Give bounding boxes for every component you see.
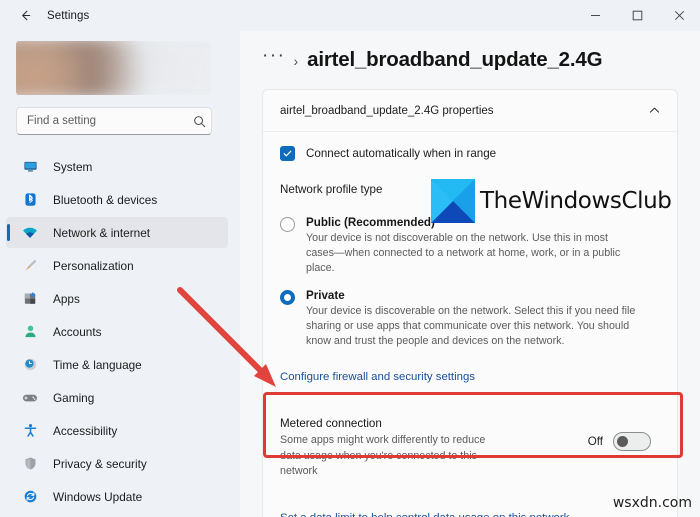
minimize-button[interactable] (574, 0, 616, 31)
bluetooth-icon (20, 191, 40, 209)
thewindowsclub-brand-text: TheWindowsClub (480, 188, 672, 214)
radio-option-private[interactable]: Private Your device is discoverable on t… (280, 289, 661, 350)
maximize-button[interactable] (616, 0, 658, 31)
properties-card: airtel_broadband_update_2.4G properties … (262, 89, 678, 517)
wifi-icon (20, 224, 40, 242)
radio-desc-public: Your device is not discoverable on the n… (306, 232, 621, 275)
thewindowsclub-watermark: TheWindowsClub (431, 179, 672, 223)
metered-connection-toggle[interactable] (613, 432, 651, 452)
configure-firewall-link[interactable]: Configure firewall and security settings (280, 371, 475, 383)
update-icon (20, 488, 40, 506)
user-profile-blurred[interactable] (16, 41, 211, 95)
thewindowsclub-logo-icon (431, 179, 475, 223)
sidebar-item-windows-update[interactable]: Windows Update (6, 481, 228, 512)
radio-button-private[interactable] (280, 289, 295, 305)
radio-desc-private: Your device is discoverable on the netwo… (306, 304, 636, 347)
connect-automatically-label: Connect automatically when in range (306, 147, 497, 160)
connect-automatically-row[interactable]: Connect automatically when in range (263, 132, 677, 174)
back-button[interactable] (8, 1, 42, 31)
title-bar: Settings (0, 0, 700, 31)
page-title: airtel_broadband_update_2.4G (307, 48, 603, 71)
settings-window: Settings Find a setting System Bluetooth… (0, 0, 700, 517)
sidebar-item-bluetooth-devices[interactable]: Bluetooth & devices (6, 184, 228, 215)
window-title: Settings (47, 9, 90, 22)
sidebar-item-time-language[interactable]: Time & language (6, 349, 228, 380)
sidebar-item-system[interactable]: System (6, 151, 228, 182)
sidebar-item-accessibility[interactable]: Accessibility (6, 415, 228, 446)
apps-icon (20, 290, 40, 308)
search-input[interactable] (17, 115, 187, 127)
metered-toggle-state: Off (587, 435, 603, 449)
breadcrumb-overflow-button[interactable]: ··· (262, 46, 285, 65)
sidebar-nav: System Bluetooth & devices Network & int… (0, 149, 240, 514)
person-icon (20, 323, 40, 341)
breadcrumb: ··· › airtel_broadband_update_2.4G (262, 46, 603, 72)
radio-button-public[interactable] (280, 217, 295, 232)
search-box[interactable] (16, 107, 212, 135)
sidebar-item-label: Personalization (53, 258, 134, 273)
sidebar-item-network-internet[interactable]: Network & internet (6, 217, 228, 248)
connect-automatically-checkbox[interactable] (280, 146, 295, 161)
metered-connection-desc: Some apps might work differently to redu… (280, 434, 486, 478)
sidebar-item-label: Gaming (53, 390, 95, 405)
sidebar-item-label: Windows Update (53, 489, 143, 504)
radio-label-private: Private (306, 288, 345, 302)
card-header-title: airtel_broadband_update_2.4G properties (280, 104, 494, 117)
shield-icon (20, 455, 40, 473)
toggle-knob (617, 436, 628, 448)
sidebar-item-label: Time & language (53, 357, 142, 372)
sidebar-item-label: Accounts (53, 324, 102, 339)
sidebar-item-label: Bluetooth & devices (53, 192, 158, 207)
metered-connection-title: Metered connection (280, 417, 382, 431)
sidebar-item-accounts[interactable]: Accounts (6, 316, 228, 347)
accessibility-icon (20, 422, 40, 440)
sidebar-item-gaming[interactable]: Gaming (6, 382, 228, 413)
sidebar-item-label: Accessibility (53, 423, 118, 438)
close-button[interactable] (658, 0, 700, 31)
chevron-right-icon: › (293, 53, 299, 69)
monitor-icon (20, 158, 40, 176)
metered-connection-row: Metered connection Some apps might work … (263, 404, 677, 494)
chevron-up-icon[interactable] (648, 104, 661, 117)
data-limit-link[interactable]: Set a data limit to help control data us… (280, 512, 569, 517)
gamepad-icon (20, 389, 40, 407)
wsxdn-watermark: wsxdn.com (612, 495, 692, 511)
network-profile-type-radiogroup: Public (Recommended) Your device is not … (263, 200, 677, 365)
search-icon (187, 115, 211, 128)
card-header[interactable]: airtel_broadband_update_2.4G properties (263, 90, 677, 132)
radio-option-public[interactable]: Public (Recommended) Your device is not … (280, 216, 661, 277)
avatar (16, 41, 211, 95)
sidebar: System Bluetooth & devices (0, 31, 240, 517)
main-content: ··· › airtel_broadband_update_2.4G airte… (240, 31, 700, 517)
content-scrollbar[interactable] (690, 62, 699, 517)
window-controls (574, 0, 700, 31)
sidebar-item-apps[interactable]: Apps (6, 283, 228, 314)
sidebar-item-label: Privacy & security (53, 456, 147, 471)
clock-icon (20, 356, 40, 374)
sidebar-item-label: Network & internet (53, 225, 151, 240)
paintbrush-icon (20, 257, 40, 275)
sidebar-item-label: Apps (53, 291, 80, 306)
sidebar-item-label: System (53, 159, 93, 174)
sidebar-item-personalization[interactable]: Personalization (6, 250, 228, 281)
sidebar-item-privacy-security[interactable]: Privacy & security (6, 448, 228, 479)
